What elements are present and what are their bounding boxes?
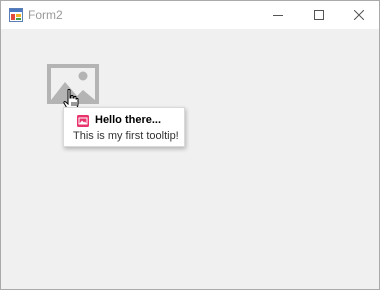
app-icon	[9, 8, 23, 22]
maximize-button[interactable]	[298, 1, 340, 29]
app-window: Form2 Hello there... This is my first to…	[0, 0, 380, 290]
close-icon	[354, 10, 364, 20]
tooltip-image-icon	[77, 115, 89, 127]
minimize-icon	[273, 15, 283, 16]
form-client-area: Hello there... This is my first tooltip!	[1, 29, 379, 289]
window-title: Form2	[28, 8, 63, 22]
maximize-icon	[314, 10, 324, 20]
close-button[interactable]	[338, 1, 380, 29]
tooltip: Hello there... This is my first tooltip!	[63, 107, 185, 147]
title-bar[interactable]: Form2	[1, 1, 379, 29]
minimize-button[interactable]	[257, 1, 299, 29]
tooltip-text: This is my first tooltip!	[73, 130, 179, 142]
tooltip-title: Hello there...	[95, 114, 162, 126]
